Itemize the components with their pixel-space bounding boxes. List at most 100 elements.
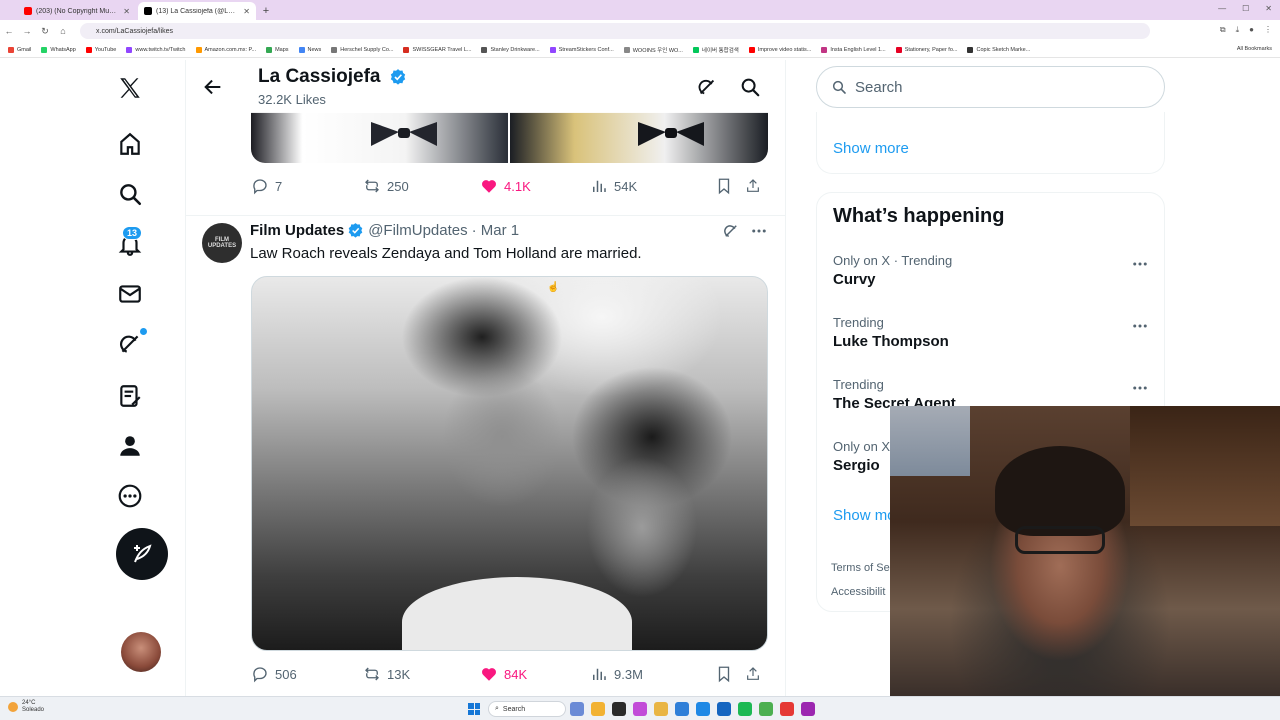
reload-icon[interactable]: ↻ [36,26,54,37]
heart-filled-icon [482,668,496,681]
lists-icon[interactable] [116,382,144,410]
tweet-header: Film Updates @FilmUpdates · Mar 1 [250,222,519,239]
share-icon[interactable] [745,177,767,195]
share-icon[interactable] [745,665,767,683]
browser-tab-youtube[interactable]: (203) (No Copyright Music) Wo ✕ [18,2,136,20]
bookmark-item[interactable]: Gmail [8,46,31,53]
file-explorer-icon[interactable] [591,702,605,716]
like-button[interactable]: 84K [480,665,590,683]
repost-count: 250 [387,178,409,194]
bookmark-item[interactable]: Stationery, Paper fo... [895,46,957,53]
home-icon[interactable]: ⌂ [54,26,72,36]
trend-item[interactable]: Only on X · Trending Curvy [833,253,1153,288]
show-more-link[interactable]: Show more [833,140,909,157]
bookmark-item[interactable]: Herschel Supply Co... [331,46,393,53]
bookmark-item[interactable]: SWISSGEAR Travel L... [403,46,471,53]
extensions-icon[interactable]: ⧉ [1220,25,1226,35]
all-bookmarks-button[interactable]: All Bookmarks [1237,46,1272,52]
download-icon[interactable]: ⤓ [1236,25,1240,35]
repost-button[interactable]: 250 [363,177,480,195]
bookmark-item[interactable]: www.twitch.tv/Twitch [126,46,186,53]
maximize-icon[interactable]: ☐ [1242,4,1249,13]
bookmark-icon[interactable] [715,665,745,683]
grok-icon[interactable] [696,76,718,98]
menu-icon[interactable]: ⋮ [1264,25,1272,35]
x-logo-icon[interactable] [116,74,144,102]
messages-mail-icon[interactable] [116,280,144,308]
bookmark-item[interactable]: WOOINS 우인 WO... [623,46,683,54]
more-circle-icon[interactable] [116,482,144,510]
tweet-divider [186,215,785,216]
more-options-icon[interactable] [1131,255,1149,273]
explore-search-icon[interactable] [116,180,144,208]
views-button[interactable]: 54K [590,177,715,195]
tab-close-icon[interactable]: ✕ [243,7,250,16]
bookmark-item[interactable]: Stanley Drinkware... [481,46,540,53]
bookmark-item[interactable]: Maps [266,46,289,53]
weather-widget[interactable]: 24°C Soleado [8,700,44,714]
previous-tweet-media[interactable] [251,112,768,163]
tweet-author-handle[interactable]: @FilmUpdates [368,222,467,239]
bookmark-item[interactable]: YouTube [85,46,116,53]
views-button[interactable]: 9.3M [590,665,715,683]
browser-tab-x[interactable]: (13) La Cassiojefa (@LaCassio ✕ [138,2,256,20]
bookmark-item[interactable]: WhatsApp [41,46,76,53]
profile-icon[interactable]: ● [1249,25,1254,35]
grok-icon[interactable] [116,330,144,358]
more-options-icon[interactable] [1131,317,1149,335]
tab-close-icon[interactable]: ✕ [123,7,130,16]
chrome-app-icon[interactable] [759,702,773,716]
taskbar-search-input[interactable]: ⌕ Search [488,701,566,717]
bookmark-item[interactable]: 네이버 통합검색 [692,46,739,54]
tweet-date[interactable]: · Mar 1 [472,222,520,239]
repost-button[interactable]: 13K [363,665,480,683]
bookmark-item[interactable]: StreamStickers Conf... [549,46,614,53]
reply-button[interactable]: 506 [251,665,363,683]
webcam-window-shape [890,406,970,476]
minimize-icon[interactable]: — [1218,4,1226,13]
bookmark-item[interactable]: Amazon.com.mx: P... [195,46,256,53]
like-button[interactable]: 4.1K [480,177,590,195]
new-tab-button[interactable]: + [259,2,273,20]
search-input[interactable]: Search [816,66,1165,108]
store-app-icon[interactable] [696,702,710,716]
grok-explain-icon[interactable] [722,222,740,240]
bookmark-item[interactable]: Improve video statis... [748,46,811,53]
obs-app-icon[interactable] [780,702,794,716]
tweet-author-name[interactable]: Film Updates [250,222,344,239]
copilot-app-icon[interactable] [570,702,584,716]
search-icon[interactable] [739,76,761,98]
terms-link[interactable]: Terms of Se [831,562,890,574]
reply-button[interactable]: 7 [251,177,363,195]
tweet-author-avatar[interactable]: FILM UPDATES [202,223,242,263]
photos-app-icon[interactable] [633,702,647,716]
post-compose-button[interactable] [116,528,168,580]
window-close-icon[interactable]: ✕ [1265,4,1272,13]
bookmark-item[interactable]: Copic Sketch Marke... [967,46,1030,53]
tweet-photo[interactable]: ☝ [251,276,768,651]
bookmark-item[interactable]: Insta English Level 1... [821,46,886,53]
bookmark-item[interactable]: News [298,46,321,53]
bookmark-icon[interactable] [715,177,745,195]
more-options-icon[interactable] [1131,379,1149,397]
back-arrow-icon[interactable] [202,76,224,98]
bookmark-favicon-icon [821,46,828,53]
spotify-app-icon[interactable] [738,702,752,716]
word-app-icon[interactable] [717,702,731,716]
back-arrow-icon[interactable]: ← [0,26,18,36]
url-text: x.com/LaCassiojefa/likes [96,27,174,35]
profile-person-icon[interactable] [116,432,144,460]
misc-app-icon[interactable] [801,702,815,716]
edge-browser-icon[interactable] [675,702,689,716]
home-icon[interactable] [116,130,144,158]
url-field[interactable]: x.com/LaCassiojefa/likes [80,23,1150,39]
trend-item[interactable]: Trending Luke Thompson [833,315,1153,350]
terminal-app-icon[interactable] [612,702,626,716]
forward-arrow-icon[interactable]: → [18,26,36,36]
verified-badge-icon [390,69,406,85]
folder-app-icon[interactable] [654,702,668,716]
account-avatar[interactable] [121,632,161,672]
accessibility-link[interactable]: Accessibilit [831,586,885,598]
windows-start-icon[interactable] [468,703,480,715]
more-options-icon[interactable] [750,222,768,240]
